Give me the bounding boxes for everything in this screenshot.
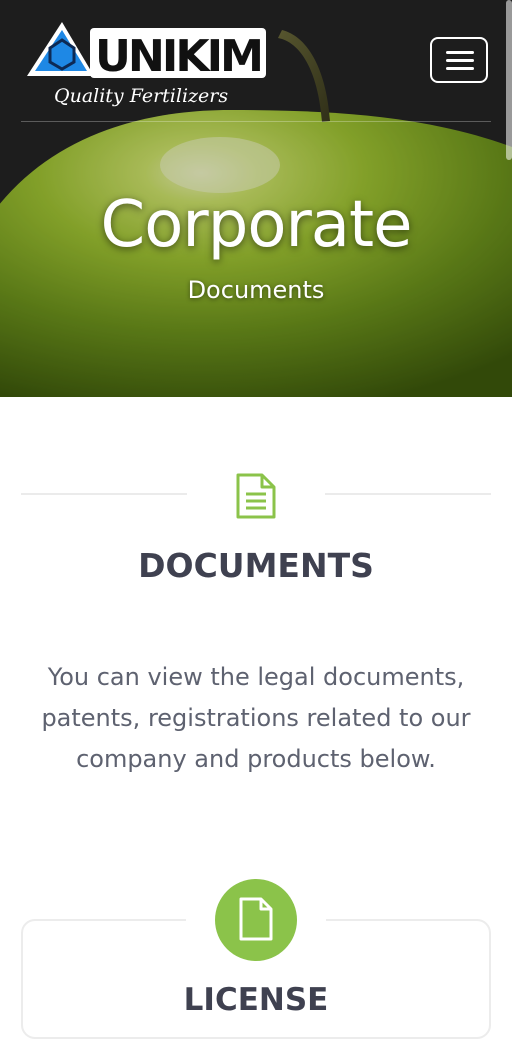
page-title: Corporate (100, 188, 413, 262)
card-icon-badge (215, 879, 297, 961)
page-subtitle: Documents (187, 276, 325, 304)
section-divider-right (325, 493, 491, 495)
site-header: UNIKIM Quality Fertilizers (0, 0, 512, 122)
section-description: You can view the legal documents, patent… (41, 663, 471, 773)
menu-toggle-button[interactable] (430, 37, 488, 83)
card-title-license[interactable]: LICENSE (0, 982, 512, 1018)
document-icon (236, 473, 276, 519)
brand-wordmark: UNIKIM (95, 31, 261, 82)
page-scrollbar[interactable] (506, 0, 512, 160)
unikim-logo[interactable]: UNIKIM Quality Fertilizers (24, 18, 269, 108)
section-divider-left (21, 493, 187, 495)
brand-tagline: Quality Fertilizers (54, 85, 228, 107)
section-title: DOCUMENTS (138, 546, 374, 585)
header-divider (21, 121, 491, 122)
file-icon (239, 897, 273, 941)
hero-banner: UNIKIM Quality Fertilizers Corporate Doc… (0, 0, 512, 397)
